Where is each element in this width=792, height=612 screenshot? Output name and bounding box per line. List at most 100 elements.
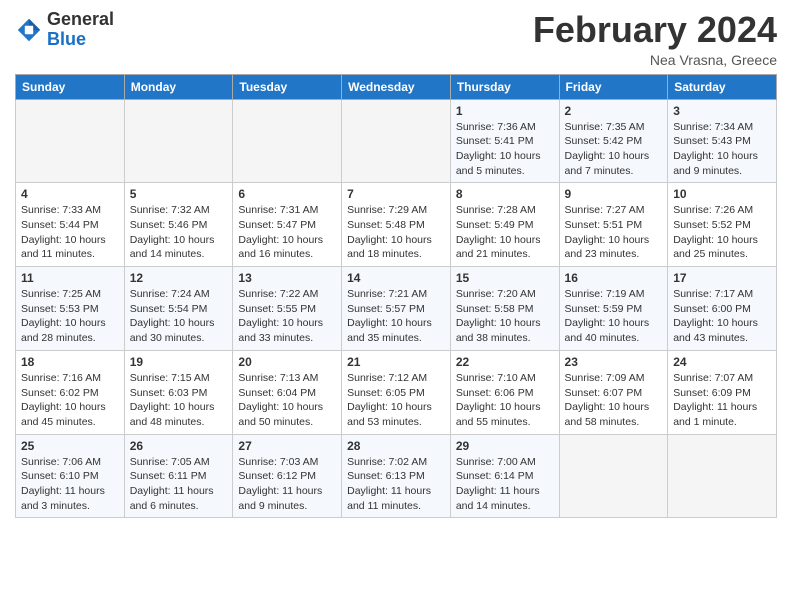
calendar-cell: 6 Sunrise: 7:31 AM Sunset: 5:47 PM Daylig… <box>233 183 342 267</box>
calendar-cell: 14 Sunrise: 7:21 AM Sunset: 5:57 PM Dayli… <box>342 267 451 351</box>
calendar-cell: 23Sunrise: 7:09 AM Sunset: 6:07 PM Dayli… <box>559 350 668 434</box>
calendar-week-row: 1Sunrise: 7:36 AM Sunset: 5:41 PM Daylig… <box>16 99 777 183</box>
day-info: Sunrise: 7:21 AM Sunset: 5:57 PM Dayligh… <box>347 287 445 346</box>
calendar-cell <box>124 99 233 183</box>
day-info: Sunrise: 7:25 AM Sunset: 5:53 PM Dayligh… <box>21 287 119 346</box>
day-info: Sunrise: 7:12 AM Sunset: 6:05 PM Dayligh… <box>347 371 445 430</box>
weekday-header-saturday: Saturday <box>668 74 777 99</box>
day-number: 23 <box>565 355 663 369</box>
logo-general-text: General <box>47 9 114 29</box>
day-info: Sunrise: 7:36 AM Sunset: 5:41 PM Dayligh… <box>456 120 554 179</box>
calendar-week-row: 4Sunrise: 7:33 AM Sunset: 5:44 PM Daylig… <box>16 183 777 267</box>
day-number: 24 <box>673 355 771 369</box>
day-info: Sunrise: 7:16 AM Sunset: 6:02 PM Dayligh… <box>21 371 119 430</box>
day-number: 4 <box>21 187 119 201</box>
day-number: 12 <box>130 271 228 285</box>
day-number: 17 <box>673 271 771 285</box>
calendar-cell: 28 Sunrise: 7:02 AM Sunset: 6:13 PM Dayli… <box>342 434 451 518</box>
calendar-cell: 24 Sunrise: 7:07 AM Sunset: 6:09 PM Dayli… <box>668 350 777 434</box>
calendar-cell: 7 Sunrise: 7:29 AM Sunset: 5:48 PM Daylig… <box>342 183 451 267</box>
day-number: 14 <box>347 271 445 285</box>
day-info: Sunrise: 7:13 AM Sunset: 6:04 PM Dayligh… <box>238 371 336 430</box>
day-number: 20 <box>238 355 336 369</box>
day-info: Sunrise: 7:31 AM Sunset: 5:47 PM Dayligh… <box>238 203 336 262</box>
day-number: 8 <box>456 187 554 201</box>
page-header: General Blue February 2024 Nea Vrasna, G… <box>15 10 777 68</box>
calendar-week-row: 11Sunrise: 7:25 AM Sunset: 5:53 PM Dayli… <box>16 267 777 351</box>
calendar-week-row: 18 Sunrise: 7:16 AM Sunset: 6:02 PM Dayli… <box>16 350 777 434</box>
weekday-header-tuesday: Tuesday <box>233 74 342 99</box>
calendar-week-row: 25 Sunrise: 7:06 AM Sunset: 6:10 PM Dayli… <box>16 434 777 518</box>
day-info: Sunrise: 7:15 AM Sunset: 6:03 PM Dayligh… <box>130 371 228 430</box>
calendar-cell <box>233 99 342 183</box>
calendar-cell: 9 Sunrise: 7:27 AM Sunset: 5:51 PM Daylig… <box>559 183 668 267</box>
day-number: 27 <box>238 439 336 453</box>
calendar-cell: 19 Sunrise: 7:15 AM Sunset: 6:03 PM Dayli… <box>124 350 233 434</box>
weekday-header-monday: Monday <box>124 74 233 99</box>
calendar-cell: 11Sunrise: 7:25 AM Sunset: 5:53 PM Dayli… <box>16 267 125 351</box>
day-info: Sunrise: 7:06 AM Sunset: 6:10 PM Dayligh… <box>21 455 119 514</box>
calendar-cell <box>668 434 777 518</box>
calendar-cell: 16 Sunrise: 7:19 AM Sunset: 5:59 PM Dayli… <box>559 267 668 351</box>
day-info: Sunrise: 7:07 AM Sunset: 6:09 PM Dayligh… <box>673 371 771 430</box>
day-info: Sunrise: 7:28 AM Sunset: 5:49 PM Dayligh… <box>456 203 554 262</box>
day-info: Sunrise: 7:26 AM Sunset: 5:52 PM Dayligh… <box>673 203 771 262</box>
day-number: 7 <box>347 187 445 201</box>
day-number: 26 <box>130 439 228 453</box>
calendar-cell <box>559 434 668 518</box>
day-number: 28 <box>347 439 445 453</box>
calendar-cell <box>342 99 451 183</box>
calendar-cell: 3Sunrise: 7:34 AM Sunset: 5:43 PM Daylig… <box>668 99 777 183</box>
day-number: 25 <box>21 439 119 453</box>
day-number: 22 <box>456 355 554 369</box>
logo: General Blue <box>15 10 114 50</box>
calendar-cell: 13Sunrise: 7:22 AM Sunset: 5:55 PM Dayli… <box>233 267 342 351</box>
day-number: 19 <box>130 355 228 369</box>
weekday-header-sunday: Sunday <box>16 74 125 99</box>
calendar-cell: 17 Sunrise: 7:17 AM Sunset: 6:00 PM Dayli… <box>668 267 777 351</box>
day-info: Sunrise: 7:32 AM Sunset: 5:46 PM Dayligh… <box>130 203 228 262</box>
location: Nea Vrasna, Greece <box>533 52 777 68</box>
logo-icon <box>15 16 43 44</box>
day-info: Sunrise: 7:00 AM Sunset: 6:14 PM Dayligh… <box>456 455 554 514</box>
calendar-table: SundayMondayTuesdayWednesdayThursdayFrid… <box>15 74 777 519</box>
day-info: Sunrise: 7:02 AM Sunset: 6:13 PM Dayligh… <box>347 455 445 514</box>
day-number: 9 <box>565 187 663 201</box>
day-number: 21 <box>347 355 445 369</box>
calendar-cell: 12 Sunrise: 7:24 AM Sunset: 5:54 PM Dayli… <box>124 267 233 351</box>
calendar-cell: 27Sunrise: 7:03 AM Sunset: 6:12 PM Dayli… <box>233 434 342 518</box>
day-number: 18 <box>21 355 119 369</box>
day-info: Sunrise: 7:17 AM Sunset: 6:00 PM Dayligh… <box>673 287 771 346</box>
calendar-cell <box>16 99 125 183</box>
calendar-cell: 1Sunrise: 7:36 AM Sunset: 5:41 PM Daylig… <box>450 99 559 183</box>
day-info: Sunrise: 7:10 AM Sunset: 6:06 PM Dayligh… <box>456 371 554 430</box>
calendar-cell: 26 Sunrise: 7:05 AM Sunset: 6:11 PM Dayli… <box>124 434 233 518</box>
calendar-cell: 29 Sunrise: 7:00 AM Sunset: 6:14 PM Dayli… <box>450 434 559 518</box>
day-info: Sunrise: 7:24 AM Sunset: 5:54 PM Dayligh… <box>130 287 228 346</box>
calendar-cell: 21 Sunrise: 7:12 AM Sunset: 6:05 PM Dayli… <box>342 350 451 434</box>
day-number: 15 <box>456 271 554 285</box>
day-number: 6 <box>238 187 336 201</box>
day-info: Sunrise: 7:34 AM Sunset: 5:43 PM Dayligh… <box>673 120 771 179</box>
weekday-header-row: SundayMondayTuesdayWednesdayThursdayFrid… <box>16 74 777 99</box>
day-info: Sunrise: 7:19 AM Sunset: 5:59 PM Dayligh… <box>565 287 663 346</box>
calendar-cell: 18 Sunrise: 7:16 AM Sunset: 6:02 PM Dayli… <box>16 350 125 434</box>
title-block: February 2024 Nea Vrasna, Greece <box>533 10 777 68</box>
day-info: Sunrise: 7:35 AM Sunset: 5:42 PM Dayligh… <box>565 120 663 179</box>
day-number: 29 <box>456 439 554 453</box>
calendar-cell: 20 Sunrise: 7:13 AM Sunset: 6:04 PM Dayli… <box>233 350 342 434</box>
calendar-cell: 2Sunrise: 7:35 AM Sunset: 5:42 PM Daylig… <box>559 99 668 183</box>
calendar-cell: 15Sunrise: 7:20 AM Sunset: 5:58 PM Dayli… <box>450 267 559 351</box>
day-number: 13 <box>238 271 336 285</box>
calendar-cell: 10Sunrise: 7:26 AM Sunset: 5:52 PM Dayli… <box>668 183 777 267</box>
day-number: 5 <box>130 187 228 201</box>
day-info: Sunrise: 7:29 AM Sunset: 5:48 PM Dayligh… <box>347 203 445 262</box>
day-info: Sunrise: 7:05 AM Sunset: 6:11 PM Dayligh… <box>130 455 228 514</box>
day-info: Sunrise: 7:27 AM Sunset: 5:51 PM Dayligh… <box>565 203 663 262</box>
weekday-header-wednesday: Wednesday <box>342 74 451 99</box>
logo-blue-text: Blue <box>47 29 86 49</box>
weekday-header-thursday: Thursday <box>450 74 559 99</box>
calendar-cell: 22 Sunrise: 7:10 AM Sunset: 6:06 PM Dayli… <box>450 350 559 434</box>
day-number: 16 <box>565 271 663 285</box>
weekday-header-friday: Friday <box>559 74 668 99</box>
